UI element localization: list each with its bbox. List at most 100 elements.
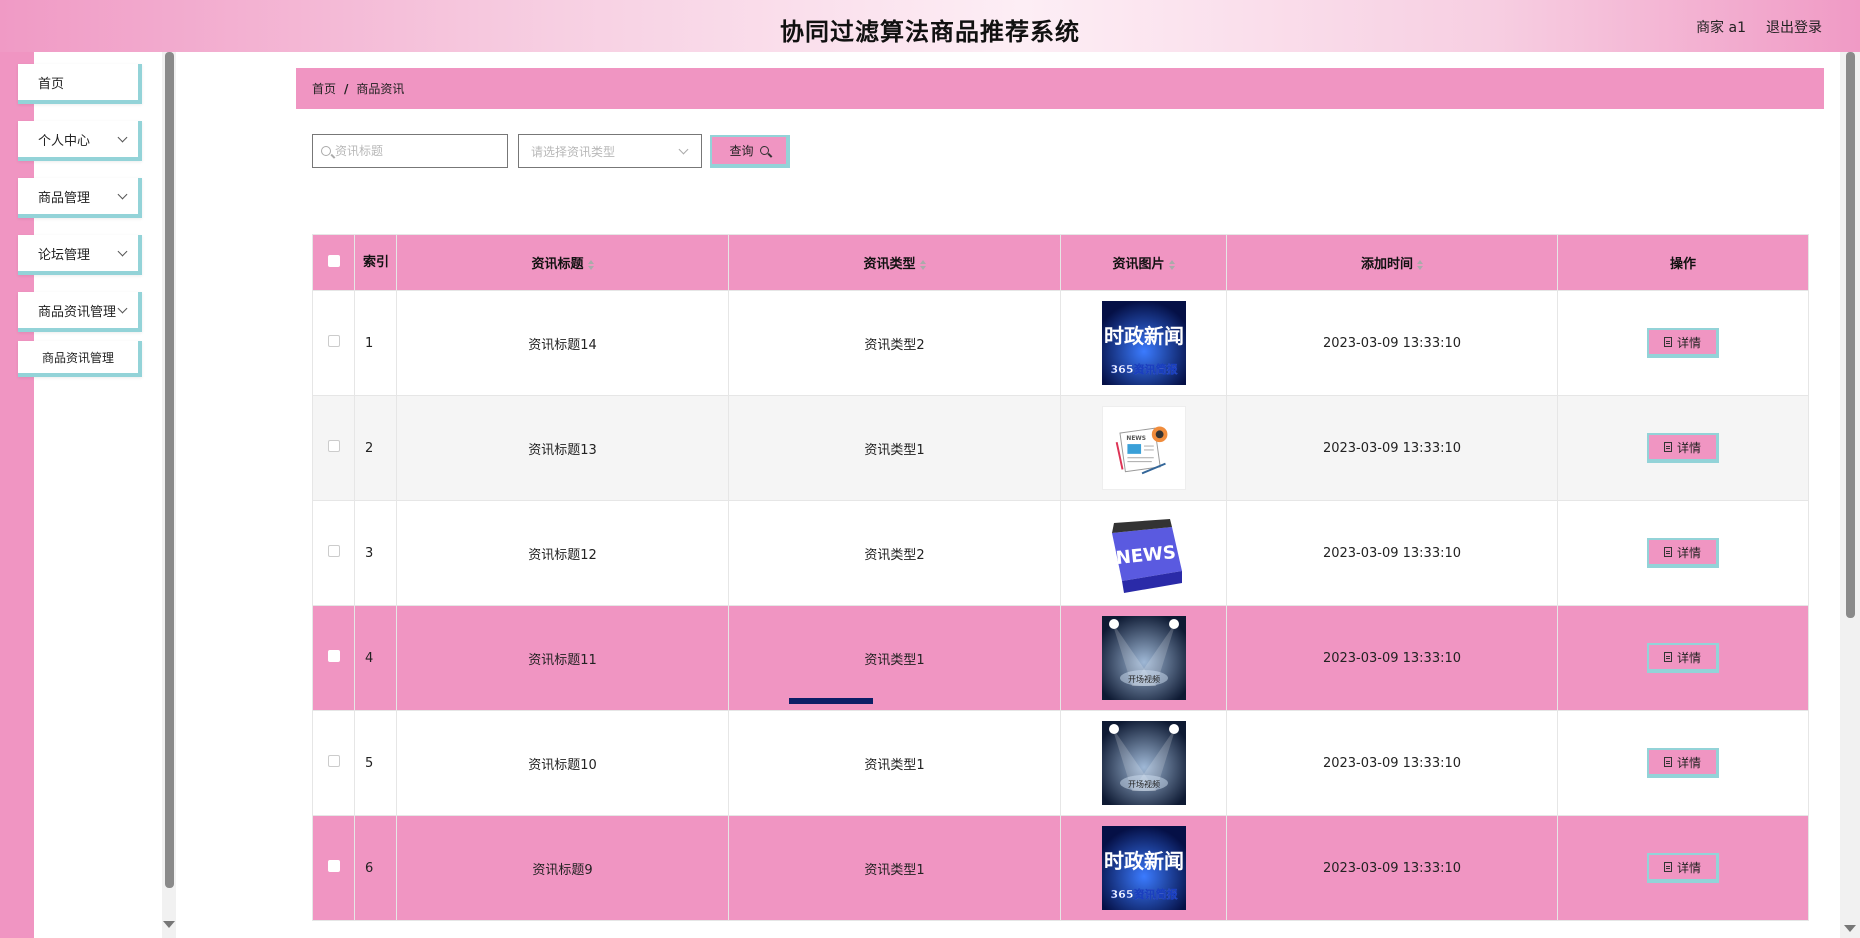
sidebar-item-product-management[interactable]: 商品管理 [18,178,142,218]
sidebar-item-label: 商品资讯管理 [38,304,117,320]
column-header-image-label: 资讯图片 [1112,257,1165,272]
breadcrumb-home[interactable]: 首页 [312,80,336,97]
row-action-cell: 详情 [1557,710,1809,816]
row-index: 6 [354,815,397,921]
sidebar-item-news-management[interactable]: 商品资讯管理 [18,292,142,332]
chevron-down-icon [117,246,128,257]
top-header: 协同过滤算法商品推荐系统 商家 a1 退出登录 [0,0,1860,52]
row-time: 2023-03-09 13:33:10 [1226,290,1558,396]
detail-button-label: 详情 [1676,440,1701,455]
sidebar: 首页 个人中心 商品管理 论坛管理 商品资讯管理 商品资讯管理 [18,52,176,938]
row-time: 2023-03-09 13:33:10 [1226,500,1558,606]
spotlight-text: 开场视频 [1128,779,1160,789]
row-select-cell [312,710,355,816]
sort-icon[interactable] [1168,259,1175,270]
row-checkbox[interactable] [327,335,340,347]
detail-button[interactable]: 详情 [1647,538,1719,568]
logout-link[interactable]: 退出登录 [1766,17,1822,37]
document-icon [1663,442,1672,452]
column-header-image[interactable]: 资讯图片 [1060,234,1227,291]
row-image-cell: NEWS [1060,500,1227,606]
column-header-action: 操作 [1557,234,1809,291]
detail-button-label: 详情 [1676,650,1701,665]
sidebar-scrollbar[interactable] [162,52,176,938]
sidebar-item-home[interactable]: 首页 [18,64,142,104]
document-icon [1663,757,1672,767]
current-user[interactable]: 商家 a1 [1696,17,1746,37]
column-header-title[interactable]: 资讯标题 [396,234,729,291]
sort-icon[interactable] [919,259,926,270]
row-checkbox[interactable] [327,755,340,767]
row-image-cell: 时政新闻 365资讯简报 [1060,815,1227,921]
row-type: 资讯类型1 [728,815,1061,921]
column-header-time[interactable]: 添加时间 [1226,234,1558,291]
row-checkbox[interactable] [327,650,340,662]
title-search-box[interactable] [312,134,508,168]
sidebar-subitem-news-management[interactable]: 商品资讯管理 [18,341,142,377]
sidebar-item-label: 首页 [38,76,65,92]
news-politics-sub-text: 365资讯简报 [1110,362,1178,376]
row-image-cell: NEWS [1060,395,1227,501]
sidebar-subitem-label: 商品资讯管理 [41,350,114,365]
row-index: 5 [354,710,397,816]
row-type: 资讯类型1 [728,710,1061,816]
row-title: 资讯标题9 [396,815,729,921]
row-select-cell [312,290,355,396]
chevron-down-icon [117,132,128,143]
detail-button[interactable]: 详情 [1647,748,1719,778]
sort-icon[interactable] [1417,259,1423,270]
row-checkbox[interactable] [327,545,340,557]
row-index: 2 [354,395,397,501]
row-type: 资讯类型1 [728,395,1061,501]
breadcrumb: 首页 / 商品资讯 [296,68,1824,109]
scroll-down-arrow-icon[interactable] [1844,925,1856,932]
document-icon [1663,652,1672,662]
sidebar-item-personal-center[interactable]: 个人中心 [18,121,142,161]
row-action-cell: 详情 [1557,605,1809,711]
detail-button[interactable]: 详情 [1647,328,1719,358]
detail-button[interactable]: 详情 [1647,853,1719,883]
sort-icon[interactable] [587,259,594,270]
row-checkbox[interactable] [327,440,340,452]
column-header-time-label: 添加时间 [1360,257,1413,272]
column-header-type[interactable]: 资讯类型 [728,234,1061,291]
column-header-type-label: 资讯类型 [863,257,916,272]
row-title: 资讯标题14 [396,290,729,396]
row-action-cell: 详情 [1557,500,1809,606]
query-button[interactable]: 查询 [710,134,790,168]
app-title: 协同过滤算法商品推荐系统 [780,18,1080,46]
sidebar-item-forum-management[interactable]: 论坛管理 [18,235,142,275]
scroll-down-arrow-icon[interactable] [163,921,175,928]
page-scrollbar[interactable] [1840,52,1860,938]
detail-button[interactable]: 详情 [1647,643,1719,673]
search-icon [321,146,331,156]
type-select[interactable]: 请选择资讯类型 [518,134,702,168]
document-icon [1663,337,1672,347]
row-image-cell: 开场视频 [1060,605,1227,711]
row-time: 2023-03-09 13:33:10 [1226,605,1558,711]
row-select-cell [312,500,355,606]
table-row[interactable]: 6 资讯标题9 资讯类型1 时政新闻 365资讯简报 2023-03-09 13:33:1… [312,815,1809,921]
row-action-cell: 详情 [1557,395,1809,501]
table-row[interactable]: 1 资讯标题14 资讯类型2 时政新闻 365资讯简报 2023-03-09 13:33:… [312,290,1809,396]
page-scrollbar-thumb[interactable] [1846,52,1855,618]
row-action-cell: 详情 [1557,290,1809,396]
table-row[interactable]: 4 资讯标题11 资讯类型1 开场视频 2023-03-09 13:33:10 详情 [312,605,1809,711]
row-action-cell: 详情 [1557,815,1809,921]
row-title: 资讯标题10 [396,710,729,816]
row-checkbox[interactable] [327,860,340,872]
table-row[interactable]: 5 资讯标题10 资讯类型1 开场视频 2023-03-09 13:33:10 详情 [312,710,1809,816]
select-all-checkbox[interactable] [327,254,340,267]
table-row[interactable]: 3 资讯标题12 资讯类型2 NEWS 2023-03-09 13:33:10 详情 [312,500,1809,606]
news-politics-image: 时政新闻 365资讯简报 [1101,301,1186,385]
row-time: 2023-03-09 13:33:10 [1226,815,1558,921]
table-row[interactable]: 2 资讯标题13 资讯类型1 NEWS 2023-03-09 13:33:10 详情 [312,395,1809,501]
sidebar-item-label: 个人中心 [38,133,91,149]
breadcrumb-current: 商品资讯 [356,82,405,96]
document-icon [1663,862,1672,872]
sidebar-scrollbar-thumb[interactable] [165,52,174,888]
detail-button-label: 详情 [1676,860,1701,875]
sidebar-menu: 首页 个人中心 商品管理 论坛管理 商品资讯管理 商品资讯管理 [18,64,142,377]
title-search-input[interactable] [335,144,495,158]
detail-button[interactable]: 详情 [1647,433,1719,463]
